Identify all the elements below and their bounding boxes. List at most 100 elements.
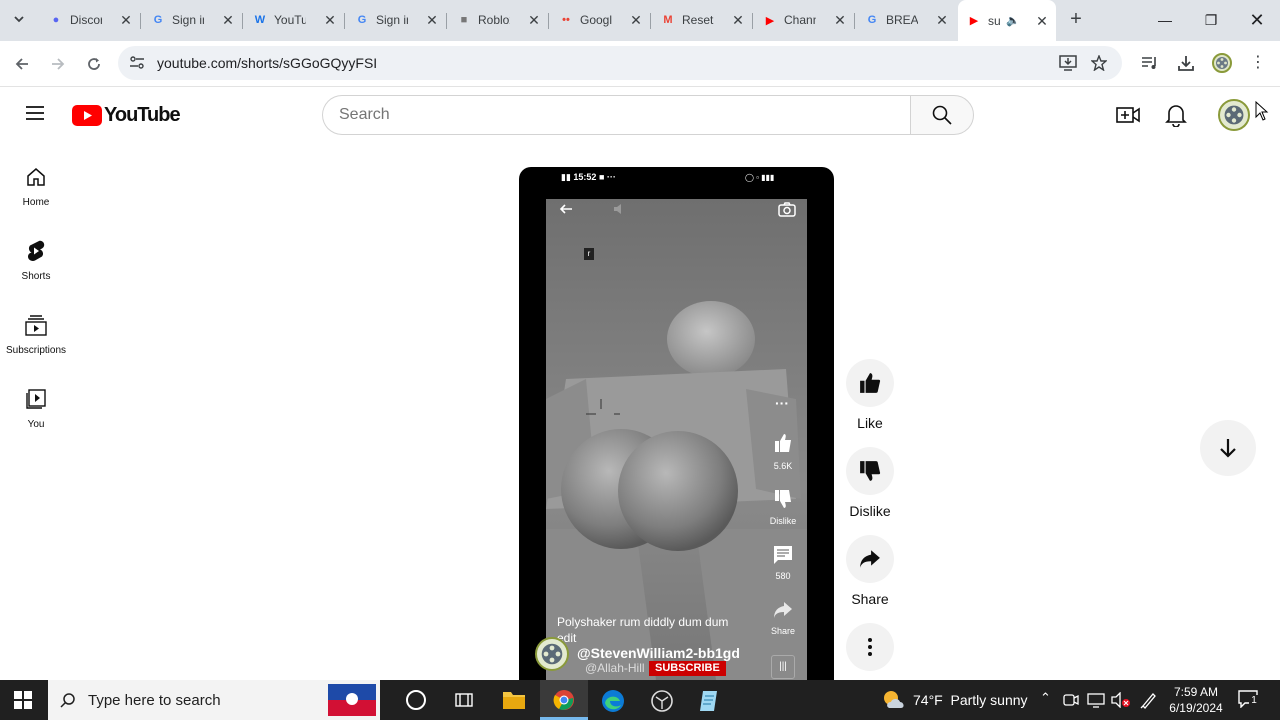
sidebar-item-label: Home (22, 197, 50, 208)
meet-now-icon[interactable] (1063, 692, 1079, 708)
download-icon[interactable] (1177, 54, 1195, 72)
film-reel-icon (1216, 57, 1228, 69)
video-share-icon[interactable] (773, 601, 793, 619)
video-comment-count: 580 (775, 571, 791, 581)
close-tab-icon[interactable]: ✕ (118, 12, 134, 28)
task-view-cortana[interactable] (406, 690, 426, 710)
create-button[interactable] (1116, 104, 1140, 131)
tab-1[interactable]: G Sign in ✕ (142, 6, 243, 34)
address-bar[interactable]: youtube.com/shorts/sGGoGQyyFSI (118, 46, 1122, 80)
tab-2[interactable]: W YouTube ✕ (244, 6, 345, 34)
search-icon (932, 105, 952, 125)
sidebar-item-subscriptions[interactable]: Subscriptions (0, 313, 72, 356)
camera-icon[interactable] (778, 201, 796, 217)
video-more-icon[interactable]: ··· (775, 395, 789, 411)
film-reel-icon (1224, 105, 1244, 125)
file-explorer-icon[interactable] (502, 689, 526, 711)
video-comment-icon[interactable] (773, 545, 793, 565)
gmail-icon: M (663, 14, 673, 26)
url-text[interactable]: youtube.com/shorts/sGGoGQyyFSI (157, 55, 377, 71)
tab-title: Discord (70, 13, 102, 27)
sidebar-item-home[interactable]: Home (0, 165, 72, 208)
close-window-button[interactable]: ✕ (1245, 8, 1269, 32)
show-hidden-icons-chevron[interactable]: ⌃ (1040, 690, 1051, 706)
volume-muted-icon[interactable] (1111, 692, 1131, 708)
close-tab-icon[interactable]: ✕ (832, 12, 848, 28)
weather-text[interactable]: 74°F Partly sunny (913, 692, 1028, 708)
network-icon[interactable] (1087, 692, 1105, 708)
browser-menu-button[interactable]: ⋮ (1248, 54, 1268, 74)
close-tab-icon[interactable]: ✕ (424, 12, 440, 28)
sidebar-item-you[interactable]: You (0, 387, 72, 430)
video-scene-image (546, 199, 807, 680)
video-volume-icon[interactable] (612, 201, 628, 217)
video-like-icon[interactable] (773, 433, 793, 453)
close-tab-icon[interactable]: ✕ (322, 12, 338, 28)
edge-icon[interactable] (601, 689, 625, 713)
search-box[interactable]: Search (322, 95, 911, 135)
taskbar-search-box[interactable]: Type here to search (48, 680, 380, 720)
tab-7[interactable]: ▶ Chann ✕ (754, 6, 855, 34)
you-icon (26, 389, 46, 409)
more-actions-button[interactable] (845, 623, 895, 679)
chrome-taskbar-item[interactable] (540, 680, 588, 720)
close-tab-icon[interactable]: ✕ (934, 12, 950, 28)
pen-ink-icon[interactable] (1140, 691, 1158, 709)
audio-wave-icon[interactable]: ||| (771, 655, 795, 679)
restore-button[interactable]: ❐ (1199, 8, 1223, 32)
tab-8[interactable]: G BREAK ✕ (856, 6, 956, 34)
video-back-arrow-icon[interactable] (558, 201, 574, 217)
site-info-icon[interactable] (129, 56, 145, 70)
search-button[interactable] (910, 95, 974, 135)
channel-avatar[interactable] (535, 637, 569, 671)
guide-menu-button[interactable] (24, 104, 48, 128)
dislike-button[interactable]: Dislike (845, 447, 895, 519)
sidebar-item-shorts[interactable]: Shorts (0, 239, 72, 282)
install-app-icon[interactable] (1059, 55, 1077, 71)
speaker-icon[interactable]: 🔈 (1006, 14, 1020, 27)
close-tab-icon[interactable]: ✕ (220, 12, 236, 28)
app-circle-icon[interactable] (650, 689, 674, 713)
share-icon (860, 550, 880, 568)
close-tab-icon[interactable]: ✕ (730, 12, 746, 28)
reload-button[interactable] (81, 51, 107, 77)
search-highlight-image (328, 684, 376, 716)
new-tab-button[interactable]: + (1064, 8, 1088, 32)
tab-search-button[interactable] (8, 8, 30, 30)
account-avatar[interactable] (1218, 99, 1250, 131)
youtube-logo[interactable]: YouTube (72, 104, 181, 126)
tab-0[interactable]: ● Discord ✕ (40, 6, 141, 34)
start-button[interactable] (14, 691, 32, 714)
media-control-icon[interactable] (1141, 55, 1159, 71)
notifications-button[interactable] (1165, 103, 1187, 132)
like-button[interactable]: Like (845, 359, 895, 431)
close-tab-icon[interactable]: ✕ (1034, 13, 1050, 29)
tab-5[interactable]: •• Google ✕ (550, 6, 651, 34)
notification-center-button[interactable]: 1 (1238, 690, 1259, 713)
close-tab-icon[interactable]: ✕ (628, 12, 644, 28)
profile-avatar[interactable] (1212, 53, 1232, 73)
tab-3[interactable]: G Sign in ✕ (346, 6, 447, 34)
video-dislike-icon[interactable] (773, 489, 793, 509)
roblox-icon: ■ (460, 14, 468, 26)
next-video-button[interactable] (1200, 420, 1256, 476)
clock[interactable]: 7:59 AM 6/19/2024 (1166, 684, 1226, 716)
status-icons: ■ ··· (596, 172, 616, 182)
subscribe-badge[interactable]: SUBSCRIBE (649, 661, 726, 676)
tab-4[interactable]: ■ Roblox ✕ (448, 6, 549, 34)
share-button[interactable]: Share (845, 535, 895, 607)
search-input[interactable]: Search (339, 106, 390, 124)
tab-title: Google (580, 13, 612, 27)
close-tab-icon[interactable]: ✕ (526, 12, 542, 28)
forward-button[interactable] (45, 51, 71, 77)
shorts-video-player[interactable]: ▮▮ 15:52 ■ ··· ◯ ▫ ▮▮▮ r ··· 5.6K Dislik… (519, 167, 834, 680)
channel-name[interactable]: @StevenWilliam2-bb1gd (577, 645, 740, 661)
tab-9[interactable]: ▶ su 🔈 ✕ (958, 0, 1056, 41)
task-view-icon[interactable] (454, 690, 474, 710)
tab-6[interactable]: M Reset ✕ (652, 6, 753, 34)
taskbar-search-input[interactable]: Type here to search (88, 692, 221, 709)
minimize-button[interactable]: — (1153, 8, 1177, 32)
back-button[interactable] (9, 51, 35, 77)
bookmark-star-icon[interactable] (1091, 55, 1107, 71)
notepad-app-icon[interactable] (698, 689, 722, 713)
